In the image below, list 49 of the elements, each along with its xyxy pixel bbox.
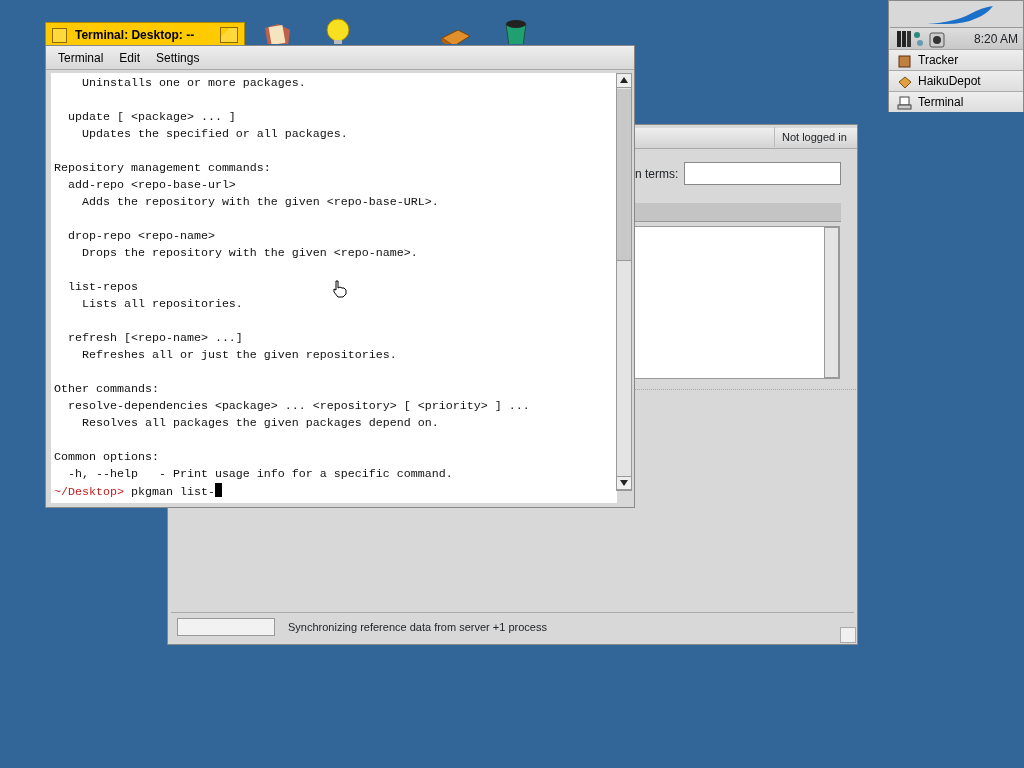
login-status: Not logged in <box>774 127 847 147</box>
scroll-thumb[interactable] <box>617 89 631 261</box>
app-icon <box>897 94 912 110</box>
package-list[interactable] <box>634 226 840 379</box>
terminal-line: -h, --help - Print usage info for a specific command. <box>67 466 453 483</box>
terminal-line: resolve-dependencies <package> ... <repository> [ <priority> ] ... <box>67 398 530 415</box>
terminal-line: Drops the repository with the given <repo-name>. <box>80 245 418 262</box>
app-entry[interactable]: HaikuDepot <box>889 70 1023 91</box>
hand-pointer-icon <box>332 280 348 298</box>
tray-icons[interactable] <box>896 30 948 48</box>
terminal-line: drop-repo <repo-name> <box>67 228 215 245</box>
terminal-line: Refreshes all or just the given repositories. <box>80 347 397 364</box>
terminal-line: Uninstalls one or more packages. <box>80 75 306 92</box>
scroll-bar[interactable] <box>616 73 632 491</box>
terminal-line: Resolves all packages the given packages depend on. <box>80 415 439 432</box>
app-entry[interactable]: Tracker <box>889 49 1023 70</box>
menu-item[interactable]: Edit <box>111 48 149 67</box>
terminal-line: Lists all repositories. <box>80 296 243 313</box>
scroll-bar[interactable] <box>824 227 839 378</box>
terminal-line: Other commands: <box>54 381 159 398</box>
command-text: pkgman list- <box>130 485 215 499</box>
zoom-button[interactable] <box>220 27 238 43</box>
lightbulb-icon[interactable] <box>323 18 353 44</box>
menu-item[interactable]: Terminal <box>50 48 112 67</box>
app-icon <box>897 52 912 68</box>
terminal-line: Updates the specified or all packages. <box>80 126 348 143</box>
terminal-line: Repository management commands: <box>54 160 271 177</box>
clock[interactable]: 8:20 AM <box>974 30 1019 48</box>
down-arrow-icon <box>620 480 628 486</box>
window-tab[interactable]: Terminal: Desktop: -- <box>45 22 245 47</box>
terminal-line: refresh [<repo-name> ...] <box>67 330 243 347</box>
window-title: Terminal: Desktop: -- <box>75 27 195 44</box>
terminal-line: Common options: <box>54 449 159 466</box>
app-entry[interactable]: Terminal <box>889 91 1023 112</box>
close-button[interactable] <box>52 27 67 43</box>
resize-handle[interactable] <box>840 627 856 643</box>
terminal-line: update [ <package> ... ] <box>67 109 236 126</box>
status-text: Synchronizing reference data from server +1 process <box>288 620 547 635</box>
scroll-up-button[interactable] <box>617 74 631 88</box>
terminal-line: list-repos <box>67 279 138 296</box>
scroll-down-button[interactable] <box>617 476 631 490</box>
text-cursor <box>214 483 222 497</box>
search-label: n terms: <box>635 166 679 183</box>
up-arrow-icon <box>620 77 628 83</box>
prompt-path: ~/Desktop> <box>54 485 124 499</box>
terminal-line: add-repo <repo-base-url> <box>67 177 236 194</box>
search-field[interactable] <box>684 162 841 185</box>
menu-item[interactable]: Settings <box>148 48 208 67</box>
terminal-line: Adds the repository with the given <repo-base-URL>. <box>80 194 439 211</box>
